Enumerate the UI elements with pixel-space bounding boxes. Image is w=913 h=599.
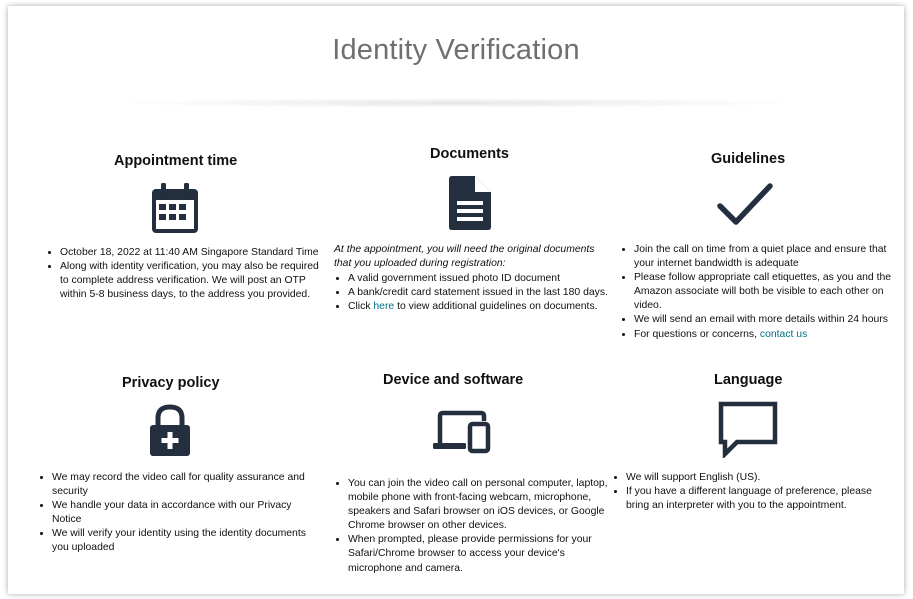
- page-title: Identity Verification: [332, 34, 580, 66]
- documents-title: Documents: [430, 146, 509, 162]
- list-item: Click here to view additional guidelines…: [348, 300, 620, 314]
- device-title: Device and software: [383, 372, 524, 388]
- list-item: We will support English (US).: [626, 471, 894, 485]
- appointment-title: Appointment time: [114, 153, 238, 169]
- checkmark-icon: [715, 182, 775, 233]
- documents-intro: At the appointment, you will need the or…: [334, 244, 595, 270]
- list-item: We handle your data in accordance with o…: [52, 499, 322, 527]
- language-list: We will support English (US). If you hav…: [610, 471, 894, 513]
- guidelines-title: Guidelines: [711, 151, 786, 167]
- divider: [108, 98, 808, 108]
- contact-prefix: For questions or concerns,: [634, 328, 760, 340]
- document-icon: [445, 175, 493, 236]
- contact-us-link[interactable]: contact us: [760, 329, 807, 340]
- guidelines-list: Join the call on time from a quiet place…: [618, 243, 898, 342]
- documents-list: A valid government issued photo ID docum…: [332, 272, 620, 314]
- language-title: Language: [714, 372, 783, 388]
- list-item: Please follow appropriate call etiquette…: [634, 271, 898, 313]
- list-item: When prompted, please provide permission…: [348, 533, 620, 575]
- list-item: We will verify your identity using the i…: [52, 527, 322, 555]
- list-item: Along with identity verification, you ma…: [60, 260, 322, 302]
- appointment-list: October 18, 2022 at 11:40 AM Singapore S…: [44, 246, 322, 302]
- documents-here-link[interactable]: here: [373, 301, 394, 312]
- chat-bubble-icon: [717, 400, 779, 463]
- list-item: You can join the video call on personal …: [348, 477, 620, 533]
- verification-card: Identity Verification Appointment time O…: [8, 6, 904, 594]
- privacy-list: We may record the video call for quality…: [36, 471, 322, 556]
- devices-icon: [431, 410, 493, 459]
- list-item: For questions or concerns, contact us: [634, 328, 898, 342]
- list-item: We may record the video call for quality…: [52, 471, 322, 499]
- device-list: You can join the video call on personal …: [332, 477, 620, 576]
- click-prefix: Click: [348, 301, 374, 313]
- click-suffix: to view additional guidelines on documen…: [394, 301, 598, 313]
- lock-plus-icon: [147, 404, 193, 463]
- list-item: October 18, 2022 at 11:40 AM Singapore S…: [60, 246, 322, 260]
- list-item: We will send an email with more details …: [634, 313, 898, 327]
- list-item: A valid government issued photo ID docum…: [348, 272, 620, 286]
- list-item: If you have a different language of pref…: [626, 485, 894, 513]
- calendar-icon: [148, 181, 202, 240]
- list-item: Join the call on time from a quiet place…: [634, 243, 898, 271]
- privacy-title: Privacy policy: [122, 375, 220, 391]
- list-item: A bank/credit card statement issued in t…: [348, 286, 620, 300]
